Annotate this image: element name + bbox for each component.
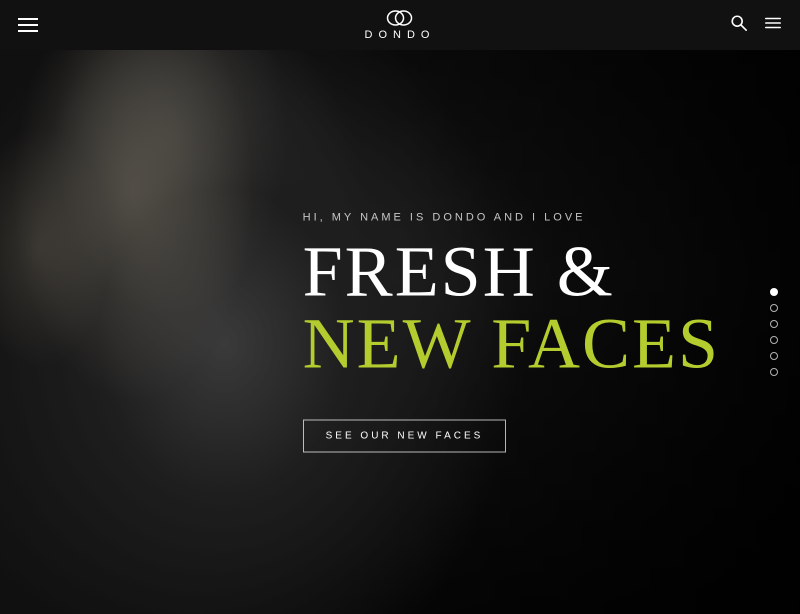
pagination-dot-4[interactable]: [770, 336, 778, 344]
hamburger-icon[interactable]: [18, 18, 38, 32]
hero-content: HI, MY NAME IS DONDO AND I LOVE FRESH & …: [303, 212, 720, 453]
pagination-dots: [770, 288, 778, 376]
pagination-dot-1[interactable]: [770, 288, 778, 296]
pagination-dot-2[interactable]: [770, 304, 778, 312]
pagination-dot-6[interactable]: [770, 368, 778, 376]
hero-section: HI, MY NAME IS DONDO AND I LOVE FRESH & …: [0, 50, 800, 614]
hero-subtitle: HI, MY NAME IS DONDO AND I LOVE: [303, 212, 720, 224]
logo[interactable]: DONDO: [365, 9, 436, 41]
search-icon[interactable]: [730, 14, 748, 37]
header-right: [730, 14, 782, 37]
pagination-dot-5[interactable]: [770, 352, 778, 360]
hero-title-line1: FRESH &: [303, 236, 720, 308]
logo-icon: [386, 9, 414, 27]
header-left: [18, 18, 38, 32]
hero-cta-button[interactable]: SEE OUR NEW FACES: [303, 420, 507, 453]
hero-title-line2: NEW FACES: [303, 308, 720, 380]
pagination-dot-3[interactable]: [770, 320, 778, 328]
menu-icon-right[interactable]: [764, 14, 782, 37]
logo-text: DONDO: [365, 29, 436, 41]
header: DONDO: [0, 0, 800, 50]
